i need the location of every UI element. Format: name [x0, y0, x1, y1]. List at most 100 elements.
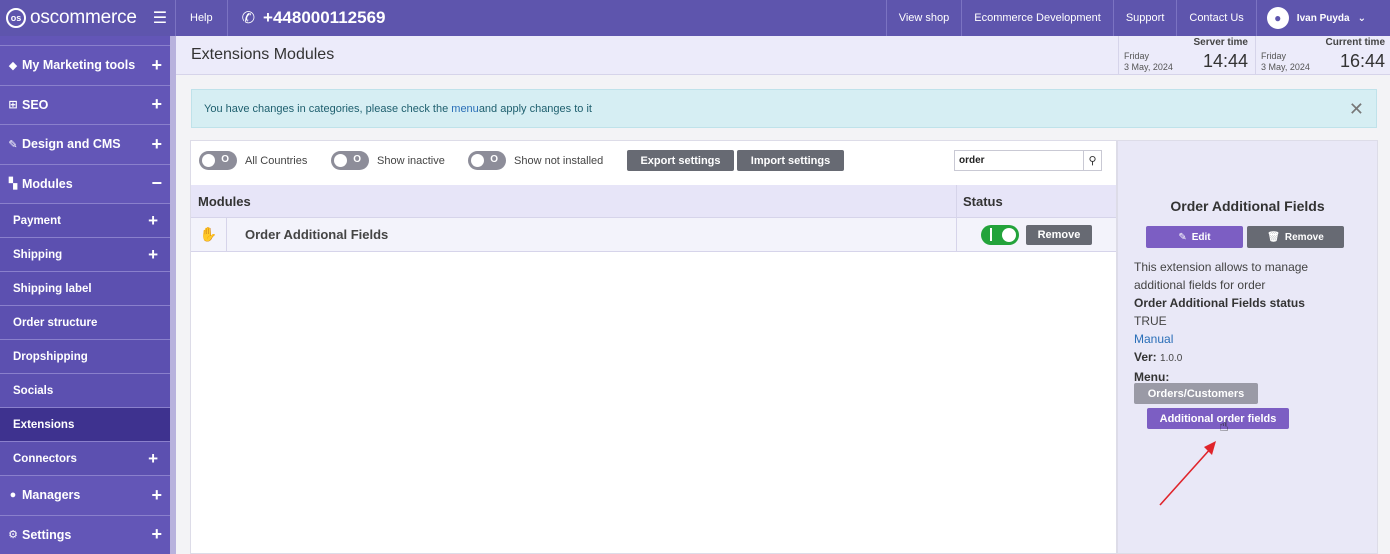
- collapse-icon[interactable]: −: [151, 173, 162, 194]
- sidebar-item-label: Modules: [22, 176, 73, 191]
- search-input[interactable]: [955, 151, 1083, 170]
- user-menu[interactable]: ● Ivan Puyda ⌄: [1255, 0, 1390, 36]
- show-not-installed-toggle[interactable]: O Show not installed: [468, 151, 603, 170]
- show-inactive-toggle[interactable]: O Show inactive: [331, 151, 445, 170]
- sidebar-item-design-cms[interactable]: ✎ Design and CMS +: [0, 125, 170, 165]
- server-time: Server time Friday 3 May, 2024 14:44: [1118, 36, 1254, 75]
- expand-icon[interactable]: +: [148, 449, 158, 469]
- expand-icon[interactable]: +: [151, 485, 162, 506]
- toggle-switch[interactable]: O: [199, 151, 237, 170]
- phone-number: ✆ +448000112569: [228, 8, 386, 28]
- sidebar-subitem-socials[interactable]: Socials: [0, 374, 170, 408]
- drag-handle-icon[interactable]: ✋: [191, 217, 227, 252]
- column-status[interactable]: Status: [957, 185, 1009, 217]
- sidebar-item-label: My Marketing tools: [22, 58, 136, 73]
- user-icon: ●: [9, 489, 17, 502]
- info-version: Ver: 1.0.0: [1134, 348, 1334, 368]
- close-icon[interactable]: ✕: [1349, 99, 1364, 120]
- sitemap-icon: ⊞: [8, 99, 18, 112]
- edit-button[interactable]: ✎ Edit: [1146, 226, 1243, 248]
- expand-icon[interactable]: +: [151, 524, 162, 545]
- sidebar-subitem-order-structure[interactable]: Order structure: [0, 306, 170, 340]
- expand-icon[interactable]: +: [148, 245, 158, 265]
- sidebar-item-label: Design and CMS: [22, 137, 121, 152]
- export-settings-button[interactable]: Export settings: [627, 150, 734, 171]
- brush-icon: ✎: [8, 138, 18, 151]
- sidebar-subitem-label: Socials: [13, 384, 54, 397]
- all-countries-toggle[interactable]: O All Countries: [199, 151, 307, 170]
- gears-icon: ⚙: [8, 529, 18, 542]
- manual-link[interactable]: Manual: [1134, 330, 1334, 348]
- sidebar-item-label: Settings: [22, 527, 72, 542]
- trash-icon: 🗑: [1267, 231, 1280, 243]
- sidebar-item-marketing-tools[interactable]: ◆ My Marketing tools +: [0, 46, 170, 86]
- sidebar-item-label: Managers: [22, 488, 81, 503]
- support-link[interactable]: Support: [1112, 0, 1177, 36]
- logo-icon: os: [6, 8, 26, 28]
- search-box: ⚲: [954, 150, 1102, 171]
- sidebar-item-settings[interactable]: ⚙ Settings +: [0, 516, 170, 554]
- sidebar-subitem-shipping-label[interactable]: Shipping label: [0, 272, 170, 306]
- top-bar: os oscommerce ☰ Help ✆ +448000112569 Vie…: [0, 0, 1390, 36]
- current-day: Friday: [1261, 51, 1287, 61]
- expand-icon[interactable]: +: [151, 55, 162, 76]
- sidebar-item-modules[interactable]: ▚ Modules −: [0, 165, 170, 204]
- logo[interactable]: os oscommerce ☰: [0, 0, 176, 36]
- additional-order-fields-button[interactable]: Additional order fields: [1147, 408, 1289, 429]
- help-link[interactable]: Help: [176, 0, 228, 36]
- sidebar-subitem-label: Shipping: [13, 248, 63, 261]
- current-date: Friday 3 May, 2024: [1261, 51, 1310, 73]
- alert-text-before: You have changes in categories, please c…: [204, 102, 449, 115]
- status-toggle[interactable]: [981, 224, 1019, 245]
- remove-button[interactable]: 🗑 Remove: [1247, 226, 1344, 248]
- remove-label: Remove: [1284, 231, 1324, 243]
- view-shop-link[interactable]: View shop: [885, 0, 962, 36]
- sidebar-item-label: SEO: [22, 97, 49, 112]
- import-settings-button[interactable]: Import settings: [737, 150, 844, 171]
- sidebar-subitem-dropshipping[interactable]: Dropshipping: [0, 340, 170, 374]
- orders-customers-button[interactable]: Orders/Customers: [1134, 383, 1258, 404]
- expand-icon[interactable]: +: [151, 134, 162, 155]
- user-avatar-icon: ●: [1266, 7, 1289, 29]
- contact-us-link[interactable]: Contact Us: [1176, 0, 1255, 36]
- sidebar-subitem-label: Payment: [13, 214, 61, 227]
- sidebar-subitem-label: Shipping label: [13, 282, 92, 295]
- sidebar: ◆ My Marketing tools + ⊞ SEO + ✎ Design …: [0, 36, 176, 554]
- column-modules[interactable]: Modules: [191, 185, 957, 217]
- pencil-icon: ✎: [1178, 231, 1187, 243]
- toggle-switch[interactable]: O: [331, 151, 369, 170]
- alert-menu-link[interactable]: menu: [451, 103, 479, 115]
- sidebar-subitem-extensions[interactable]: Extensions: [0, 408, 170, 442]
- changes-alert: You have changes in categories, please c…: [191, 89, 1377, 128]
- current-date-text: 3 May, 2024: [1261, 62, 1310, 72]
- logo-text: oscommerce: [30, 7, 137, 28]
- toggle-switch[interactable]: O: [468, 151, 506, 170]
- sidebar-subitem-connectors[interactable]: Connectors +: [0, 442, 170, 476]
- toggle-state: O: [490, 154, 498, 165]
- sidebar-subitem-payment[interactable]: Payment +: [0, 204, 170, 238]
- ver-value: 1.0.0: [1160, 353, 1183, 364]
- table-row[interactable]: ✋ Order Additional Fields Remove: [191, 217, 1116, 252]
- expand-icon[interactable]: +: [151, 94, 162, 115]
- remove-module-button[interactable]: Remove: [1026, 224, 1092, 245]
- ecommerce-development-link[interactable]: Ecommerce Development: [961, 0, 1113, 36]
- toggle-label: Show not installed: [514, 154, 604, 167]
- current-time-value: 16:44: [1339, 51, 1385, 71]
- puzzle-icon: ▚: [8, 178, 18, 191]
- annotation-arrow-icon: [1159, 441, 1216, 506]
- sidebar-item-managers[interactable]: ● Managers +: [0, 476, 170, 516]
- info-status-label: Order Additional Fields status: [1134, 296, 1305, 310]
- info-details: This extension allows to manage addition…: [1134, 258, 1334, 386]
- expand-icon[interactable]: +: [148, 211, 158, 231]
- page-header: Extensions Modules Server time Friday 3 …: [176, 36, 1390, 75]
- module-name[interactable]: Order Additional Fields: [227, 217, 957, 252]
- search-icon[interactable]: ⚲: [1083, 151, 1101, 170]
- sidebar-subitem-shipping[interactable]: Shipping +: [0, 238, 170, 272]
- sidebar-item-seo[interactable]: ⊞ SEO +: [0, 86, 170, 125]
- sidebar-subitem-label: Connectors: [13, 452, 77, 465]
- top-links: View shop Ecommerce Development Support …: [885, 0, 1390, 36]
- info-title: Order Additional Fields: [1170, 198, 1325, 214]
- menu-toggle-icon[interactable]: ☰: [153, 8, 167, 28]
- sidebar-top-gap: [0, 36, 170, 46]
- server-time-label: Server time: [1193, 37, 1248, 48]
